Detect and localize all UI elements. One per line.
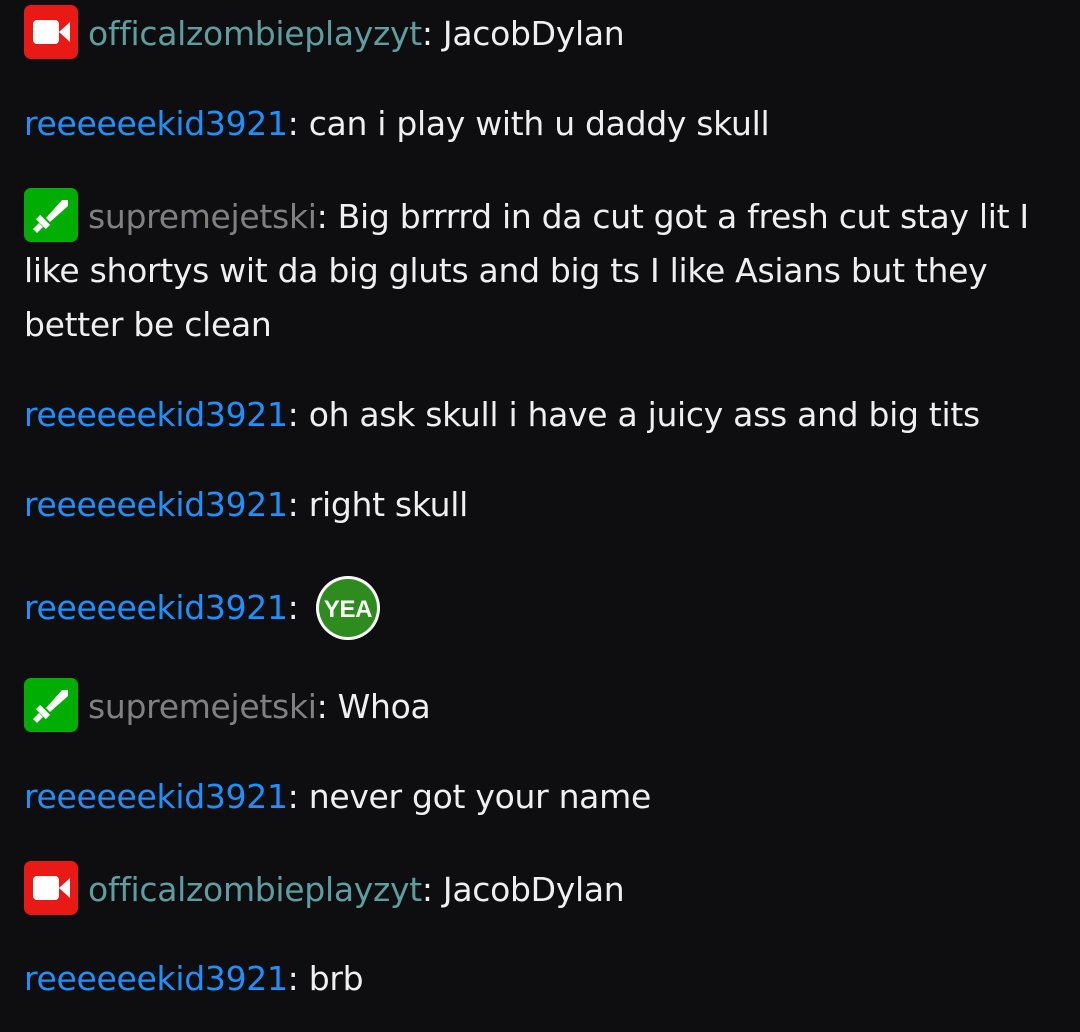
username[interactable]: reeeeeekid3921 [24, 959, 288, 998]
message-text: brb [308, 959, 364, 998]
message-text: can i play with u daddy skull [308, 104, 770, 143]
separator: : [421, 870, 433, 909]
username[interactable]: reeeeeekid3921 [24, 485, 288, 524]
message-text: JacobDylan [442, 14, 625, 53]
message-text: oh ask skull i have a juicy ass and big … [308, 395, 980, 434]
separator: : [287, 588, 299, 627]
moderator-sword-icon[interactable] [24, 678, 78, 732]
message-text: JacobDylan [442, 870, 625, 909]
separator: : [287, 485, 299, 524]
broadcaster-camera-icon[interactable] [24, 861, 78, 915]
username[interactable]: supremejetski [88, 197, 317, 236]
chat-message: reeeeeekid3921: brb [24, 952, 1064, 1006]
username[interactable]: reeeeeekid3921 [24, 777, 288, 816]
username[interactable]: supremejetski [88, 687, 317, 726]
moderator-sword-icon[interactable] [24, 188, 78, 242]
username[interactable]: reeeeeekid3921 [24, 395, 288, 434]
chat-message: supremejetski: Whoa [24, 678, 1064, 734]
chat-message: reeeeeekid3921: right skull [24, 478, 1064, 532]
separator: : [287, 104, 299, 143]
username[interactable]: officalzombieplayzyt [88, 14, 422, 53]
username[interactable]: reeeeeekid3921 [24, 104, 288, 143]
chat-message: reeeeeekid3921: YEA [24, 575, 1064, 641]
chat-message: supremejetski: Big brrrrd in da cut got … [24, 188, 1064, 352]
username[interactable]: reeeeeekid3921 [24, 588, 288, 627]
message-text: Whoa [337, 687, 431, 726]
separator: : [316, 687, 328, 726]
message-text: right skull [308, 485, 469, 524]
separator: : [287, 395, 299, 434]
yea-emote[interactable]: YEA [315, 575, 381, 641]
chat-message: reeeeeekid3921: oh ask skull i have a ju… [24, 388, 1064, 442]
chat-message: officalzombieplayzyt: JacobDylan [24, 861, 1064, 917]
chat-log: officalzombieplayzyt: JacobDylan reeeeee… [0, 0, 1080, 1032]
separator: : [287, 777, 299, 816]
separator: : [316, 197, 328, 236]
chat-message: reeeeeekid3921: can i play with u daddy … [24, 97, 1064, 151]
chat-message: reeeeeekid3921: never got your name [24, 770, 1064, 824]
username[interactable]: officalzombieplayzyt [88, 870, 422, 909]
broadcaster-camera-icon[interactable] [24, 5, 78, 59]
emote-label: YEA [323, 596, 371, 623]
message-text: never got your name [308, 777, 652, 816]
chat-message: officalzombieplayzyt: JacobDylan [24, 5, 1064, 61]
separator: : [421, 14, 433, 53]
separator: : [287, 959, 299, 998]
